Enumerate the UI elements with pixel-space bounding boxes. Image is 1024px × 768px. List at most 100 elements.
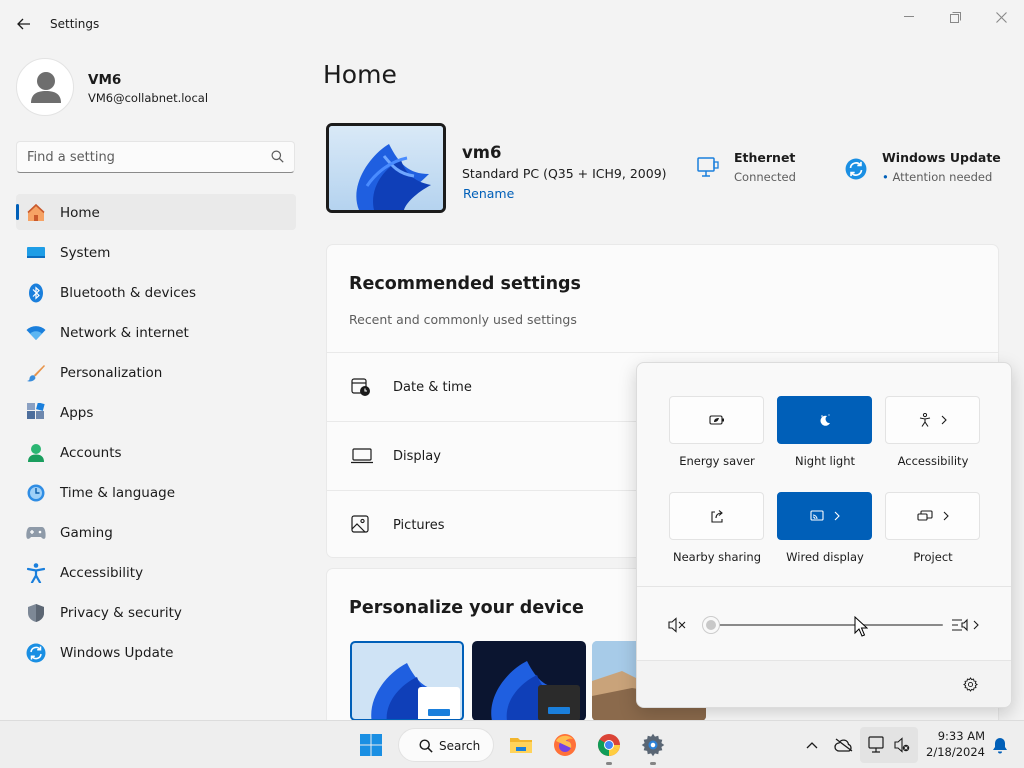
volume-slider-thumb[interactable] [703,617,719,633]
user-avatar-icon [31,72,61,103]
quick-settings-footer [637,660,1011,707]
settings-search[interactable] [16,141,295,173]
bloom-wallpaper-image [371,663,460,719]
chevron-right-icon [943,511,949,521]
speaker-settings-icon [952,618,968,632]
settings-taskbar[interactable] [637,729,669,765]
sidebar-item-network[interactable]: Network & internet [16,314,296,350]
restore-button[interactable] [940,8,970,26]
night-light-label: Night light [794,454,856,468]
firefox-taskbar[interactable] [549,729,581,761]
sidebar-item-gaming[interactable]: Gaming [16,514,296,550]
accessibility-toggle[interactable] [885,396,980,444]
back-arrow-icon [17,18,30,30]
sidebar-item-bluetooth[interactable]: Bluetooth & devices [16,274,296,310]
page-title: Home [323,60,397,89]
taskbar: Search 9:33 AM 2/18/2024 [0,720,1024,768]
notification-center-button[interactable] [988,729,1012,761]
audio-output-button[interactable] [951,616,983,634]
windows-update-icon [26,643,46,663]
calendar-clock-icon [351,378,370,396]
accessibility-label: Accessibility [897,454,969,468]
wired-display-label: Wired display [786,550,864,564]
recommended-item-label: Display [393,449,441,464]
chevron-right-icon [973,620,979,630]
app-title: Settings [50,17,100,31]
windows-update-subtitle: • Attention needed [882,170,1001,184]
volume-muted-icon [894,737,910,753]
search-icon [271,150,284,163]
start-button[interactable] [355,729,387,761]
clock[interactable]: 9:33 AM 2/18/2024 [921,728,985,760]
sidebar-item-apps[interactable]: Apps [16,394,296,430]
display-icon [351,448,373,464]
chrome-taskbar[interactable] [593,729,625,765]
windows-update-text: Windows Update • Attention needed [882,150,1001,184]
windows-update-icon [845,158,867,180]
accessibility-icon [919,413,930,427]
sidebar-item-system[interactable]: System [16,234,296,270]
ethernet-title: Ethernet [734,150,796,165]
time-language-icon [26,483,46,503]
quick-settings-flyout: Energy saver Night light Accessibility N… [636,362,1012,708]
rename-link[interactable]: Rename [463,186,514,201]
network-wired-icon [868,736,884,753]
sidebar-item-personalization[interactable]: Personalization [16,354,296,390]
bloom-wallpaper-image [491,661,580,721]
nearby-sharing-toggle[interactable] [669,492,764,540]
sidebar-item-label: Accounts [60,445,122,461]
title-bar: Settings [0,0,1024,48]
night-light-toggle[interactable] [777,396,872,444]
mouse-cursor-icon [854,616,868,637]
project-icon [916,510,933,521]
apps-icon [26,403,46,423]
project-toggle[interactable] [885,492,980,540]
search-icon [419,739,433,753]
taskbar-search[interactable]: Search [398,728,494,762]
sidebar-item-accounts[interactable]: Accounts [16,434,296,470]
clock-time: 9:33 AM [937,729,985,743]
device-model: Standard PC (Q35 + ICH9, 2009) [462,166,667,181]
avatar [16,58,74,116]
user-profile[interactable]: VM6 VM6@collabnet.local [16,56,296,120]
wired-display-toggle[interactable] [777,492,872,540]
volume-muted-icon[interactable] [668,617,686,633]
personalize-title: Personalize your device [349,598,584,618]
sidebar-nav: Home System Bluetooth & devices Network … [16,194,296,674]
ethernet-icon [697,157,719,177]
sidebar-item-privacy-security[interactable]: Privacy & security [16,594,296,630]
sidebar-item-label: Gaming [60,525,113,541]
theme-dark-bloom[interactable] [472,641,586,721]
recommended-title: Recommended settings [349,274,581,294]
night-light-icon [820,414,830,426]
cast-icon [809,510,824,521]
volume-slider-track[interactable] [711,624,943,626]
user-name: VM6 [88,72,122,88]
close-button[interactable] [986,8,1016,26]
accounts-icon [26,443,46,463]
attention-dot-icon: • [882,170,889,184]
onedrive-tray[interactable] [830,729,858,761]
ethernet-text: Ethernet Connected [734,150,796,184]
sidebar-item-time-language[interactable]: Time & language [16,474,296,510]
show-hidden-icons-button[interactable] [798,729,826,761]
device-name: vm6 [462,143,502,162]
search-input[interactable] [27,148,257,166]
sidebar-item-accessibility[interactable]: Accessibility [16,554,296,590]
minimize-button[interactable] [894,8,924,26]
sidebar-item-windows-update[interactable]: Windows Update [16,634,296,670]
gear-icon[interactable] [963,677,978,692]
system-icon [26,243,46,263]
firefox-icon [554,734,576,756]
quick-settings-tray-button[interactable] [860,727,918,763]
theme-light-bloom[interactable] [350,641,464,721]
file-explorer-taskbar[interactable] [505,729,537,761]
taskbar-search-label: Search [439,739,481,753]
sidebar-item-label: Home [60,205,100,221]
energy-saver-toggle[interactable] [669,396,764,444]
brush-icon [26,363,46,383]
back-button[interactable] [12,12,36,36]
recommended-item-label: Date & time [393,380,472,395]
sidebar-item-home[interactable]: Home [16,194,296,230]
energy-saver-label: Energy saver [679,454,755,468]
